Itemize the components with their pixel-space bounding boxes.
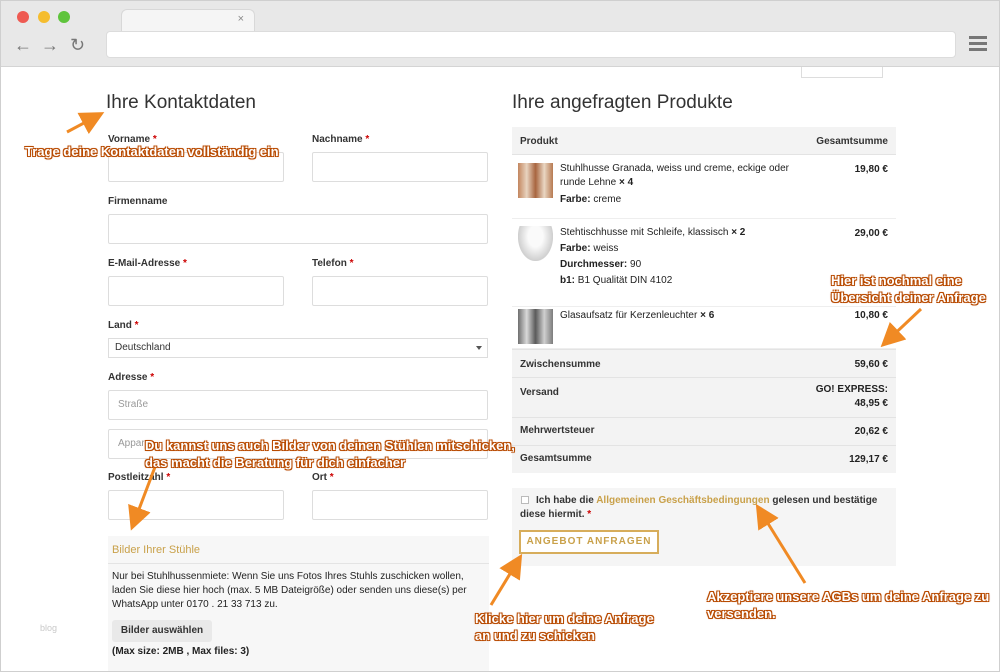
arrow-to-terms xyxy=(755,503,807,584)
annotation-arrows xyxy=(66,112,923,606)
annotation-agb: Akzeptiere unsere AGBs um deine Anfrage … xyxy=(707,589,990,621)
browser-window: × ← → ↻ Ihre Kontaktdaten Vorname * Nach… xyxy=(0,0,1000,672)
annotation-submit: Klicke hier um deine Anfrage an und zu sc… xyxy=(475,611,654,643)
arrow-to-photo-upload xyxy=(128,466,157,531)
annotation-photos: Du kannst uns auch Bilder von deinen Stü… xyxy=(145,438,515,470)
annotation-overview: Hier ist nochmal eine Übersicht deiner An… xyxy=(831,273,986,305)
arrow-to-overview xyxy=(880,307,923,348)
arrow-to-submit-button xyxy=(489,553,523,606)
annotation-contact: Trage deine Kontaktdaten vollständig ein xyxy=(25,144,279,159)
arrow-to-contact-heading xyxy=(66,112,105,135)
